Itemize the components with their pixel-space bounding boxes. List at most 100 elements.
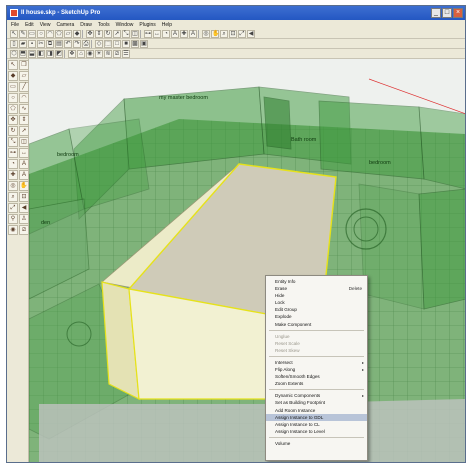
rectangle-tool-icon[interactable]: ▭ [8, 82, 18, 92]
back-view-icon[interactable]: ◨ [46, 49, 54, 58]
freehand-tool-icon[interactable]: ∿ [19, 104, 29, 114]
previous-view-icon[interactable]: ◀ [19, 203, 29, 213]
context-menu-item-dynamic-components[interactable]: Dynamic Components ▸ [266, 392, 367, 399]
protractor-icon[interactable]: ◔ [162, 29, 170, 38]
scale-tool-icon[interactable]: ⤡ [8, 137, 18, 147]
arc-tool-icon[interactable]: ◠ [46, 29, 54, 38]
circle-tool-icon[interactable]: ○ [8, 93, 18, 103]
minimize-button[interactable]: _ [431, 8, 441, 18]
wall-bathroom-right[interactable] [418, 106, 466, 190]
follow-me-icon[interactable]: ➚ [113, 29, 121, 38]
close-button[interactable]: × [453, 8, 463, 18]
left-view-icon[interactable]: ◩ [55, 49, 63, 58]
dimension-tool-icon[interactable]: ↔ [153, 29, 161, 38]
select-tool-icon[interactable]: ↖ [8, 60, 18, 70]
context-menu-item-add-room-instance[interactable]: Add Room Instance [266, 407, 367, 414]
offset-tool-icon[interactable]: ◫ [131, 29, 139, 38]
context-menu-item-explode[interactable]: Explode [266, 313, 367, 320]
context-menu-item-entity-info[interactable]: Entity Info [266, 278, 367, 285]
monochrome-icon[interactable]: ▣ [140, 39, 148, 48]
rotate-tool-icon[interactable]: ↻ [8, 126, 18, 136]
text-tool-icon[interactable]: A [19, 159, 29, 169]
previous-view-icon[interactable]: ◀ [247, 29, 255, 38]
move-tool-icon[interactable]: ✥ [8, 115, 18, 125]
zoom-window-icon[interactable]: ⊡ [229, 29, 237, 38]
wall-right-room-front[interactable] [358, 183, 425, 310]
zoom-window-icon[interactable]: ⊡ [19, 192, 29, 202]
right-view-icon[interactable]: ◧ [37, 49, 45, 58]
make-component-icon[interactable]: ❒ [19, 60, 29, 70]
model-viewport[interactable]: my master bedroom bedroom den Bath room … [29, 59, 466, 463]
polygon-tool-icon[interactable]: ⬠ [55, 29, 63, 38]
arc-tool-icon[interactable]: ◠ [19, 93, 29, 103]
section-plane-icon[interactable]: ⧄ [113, 49, 121, 58]
copy-icon[interactable]: ⧉ [46, 39, 54, 48]
wall-corner-block[interactable] [263, 96, 292, 150]
open-file-icon[interactable]: ▰ [19, 39, 27, 48]
zoom-icon[interactable]: ⌕ [8, 192, 18, 202]
context-menu-item-edit-group[interactable]: Edit Group [266, 306, 367, 313]
look-around-icon[interactable]: ◉ [8, 225, 18, 235]
push-pull-icon[interactable]: ⇕ [95, 29, 103, 38]
eraser-tool-icon[interactable]: ▱ [64, 29, 72, 38]
context-menu-item-assign-instance-to-gdl[interactable]: Assign Instance to GDL [266, 413, 367, 421]
menu-edit[interactable]: Edit [25, 22, 34, 28]
offset-tool-icon[interactable]: ◫ [19, 137, 29, 147]
context-menu-item-assign-instance-to-level[interactable]: Assign Instance to Level [266, 428, 367, 435]
menu-draw[interactable]: Draw [80, 22, 92, 28]
zoom-extents-icon[interactable]: ⤢ [238, 29, 246, 38]
3d-model-scene[interactable]: my master bedroom bedroom den Bath room … [29, 59, 466, 463]
wall-bathroom-back[interactable] [318, 100, 425, 180]
context-menu-item-lock[interactable]: Lock [266, 299, 367, 306]
context-menu-item-soften-smooth-edges[interactable]: Soften/Smooth Edges [266, 373, 367, 380]
context-menu-item-flip-along[interactable]: Flip Along ▸ [266, 366, 367, 373]
position-camera-icon[interactable]: ⚲ [8, 214, 18, 224]
pencil-tool-icon[interactable]: ✎ [19, 29, 27, 38]
3d-text-icon[interactable]: A [19, 170, 29, 180]
dimension-tool-icon[interactable]: ↔ [19, 148, 29, 158]
pan-icon[interactable]: ✋ [211, 29, 219, 38]
walk-tool-icon[interactable]: ♙ [19, 214, 29, 224]
pan-icon[interactable]: ✋ [19, 181, 29, 191]
axes-tool-icon[interactable]: ✚ [8, 170, 18, 180]
title-bar[interactable]: Il house.skp - SketchUp Pro _ □ × [7, 6, 465, 20]
context-menu-item-assign-instance-to-cl[interactable]: Assign Instance to CL [266, 421, 367, 428]
cut-icon[interactable]: ✂ [37, 39, 45, 48]
context-menu-item-set-as-building-footprint[interactable]: Set as Building Footprint [266, 399, 367, 406]
section-plane-icon[interactable]: ⧄ [19, 225, 29, 235]
zoom-extents-icon[interactable]: ⤢ [8, 203, 18, 213]
move-tool-icon[interactable]: ✥ [86, 29, 94, 38]
orbit-icon[interactable]: ◎ [202, 29, 210, 38]
shaded-icon[interactable]: ■ [122, 39, 130, 48]
new-file-icon[interactable]: ▯ [10, 39, 18, 48]
eraser-tool-icon[interactable]: ▱ [19, 71, 29, 81]
wireframe-icon[interactable]: ⬚ [104, 39, 112, 48]
follow-me-icon[interactable]: ➚ [19, 126, 29, 136]
tape-measure-icon[interactable]: ⊶ [8, 148, 18, 158]
paint-bucket-icon[interactable]: ◆ [73, 29, 81, 38]
scale-tool-icon[interactable]: ⤡ [122, 29, 130, 38]
fog-icon[interactable]: ≋ [104, 49, 112, 58]
hidden-line-icon[interactable]: □ [113, 39, 121, 48]
menu-file[interactable]: File [11, 22, 19, 28]
xray-icon[interactable]: ◇ [95, 39, 103, 48]
shaded-textures-icon[interactable]: ▩ [131, 39, 139, 48]
print-icon[interactable]: ⎙ [82, 39, 90, 48]
rotate-tool-icon[interactable]: ↻ [104, 29, 112, 38]
protractor-icon[interactable]: ◔ [8, 159, 18, 169]
undo-icon[interactable]: ↶ [64, 39, 72, 48]
layers-icon[interactable]: ☰ [122, 49, 130, 58]
polygon-tool-icon[interactable]: ⬠ [8, 104, 18, 114]
zoom-icon[interactable]: ⌕ [220, 29, 228, 38]
maximize-button[interactable]: □ [442, 8, 452, 18]
menu-camera[interactable]: Camera [56, 22, 74, 28]
context-menu-item-erase[interactable]: Erase Delete [266, 285, 367, 292]
select-tool-icon[interactable]: ↖ [10, 29, 18, 38]
orbit-icon[interactable]: ◎ [8, 181, 18, 191]
menu-tools[interactable]: Tools [98, 22, 110, 28]
save-file-icon[interactable]: ▪ [28, 39, 36, 48]
context-menu-item-make-component[interactable]: Make Component [266, 321, 367, 328]
line-tool-icon[interactable]: ╱ [19, 82, 29, 92]
geo-location-icon[interactable]: ◉ [86, 49, 94, 58]
rectangle-tool-icon[interactable]: ▭ [28, 29, 36, 38]
